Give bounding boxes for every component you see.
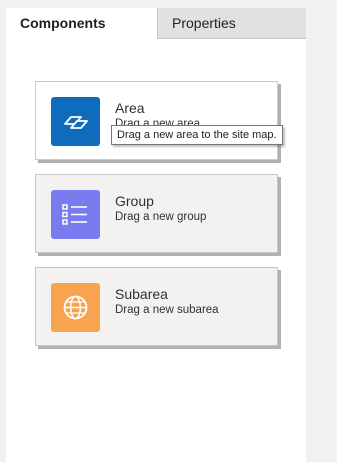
globe-icon [63, 295, 88, 320]
group-list-icon [62, 204, 87, 225]
component-card-subarea[interactable]: Subarea Drag a new subarea [35, 267, 278, 346]
card-description: Drag a new group [115, 211, 207, 223]
tab-components[interactable]: Components [6, 8, 157, 39]
area-tooltip: Drag a new area to the site map. [111, 125, 283, 145]
subarea-tile [51, 283, 100, 332]
tab-bar: Components Properties [6, 8, 306, 39]
area-tile [51, 97, 100, 146]
card-title: Group [115, 193, 154, 209]
component-card-area[interactable]: Area Drag a new area [35, 81, 278, 160]
card-title: Area [115, 100, 145, 116]
card-description: Drag a new subarea [115, 304, 219, 316]
component-card-group[interactable]: Group Drag a new group [35, 174, 278, 253]
tab-properties[interactable]: Properties [157, 8, 306, 39]
area-icon [64, 116, 88, 129]
card-title: Subarea [115, 286, 168, 302]
group-tile [51, 190, 100, 239]
